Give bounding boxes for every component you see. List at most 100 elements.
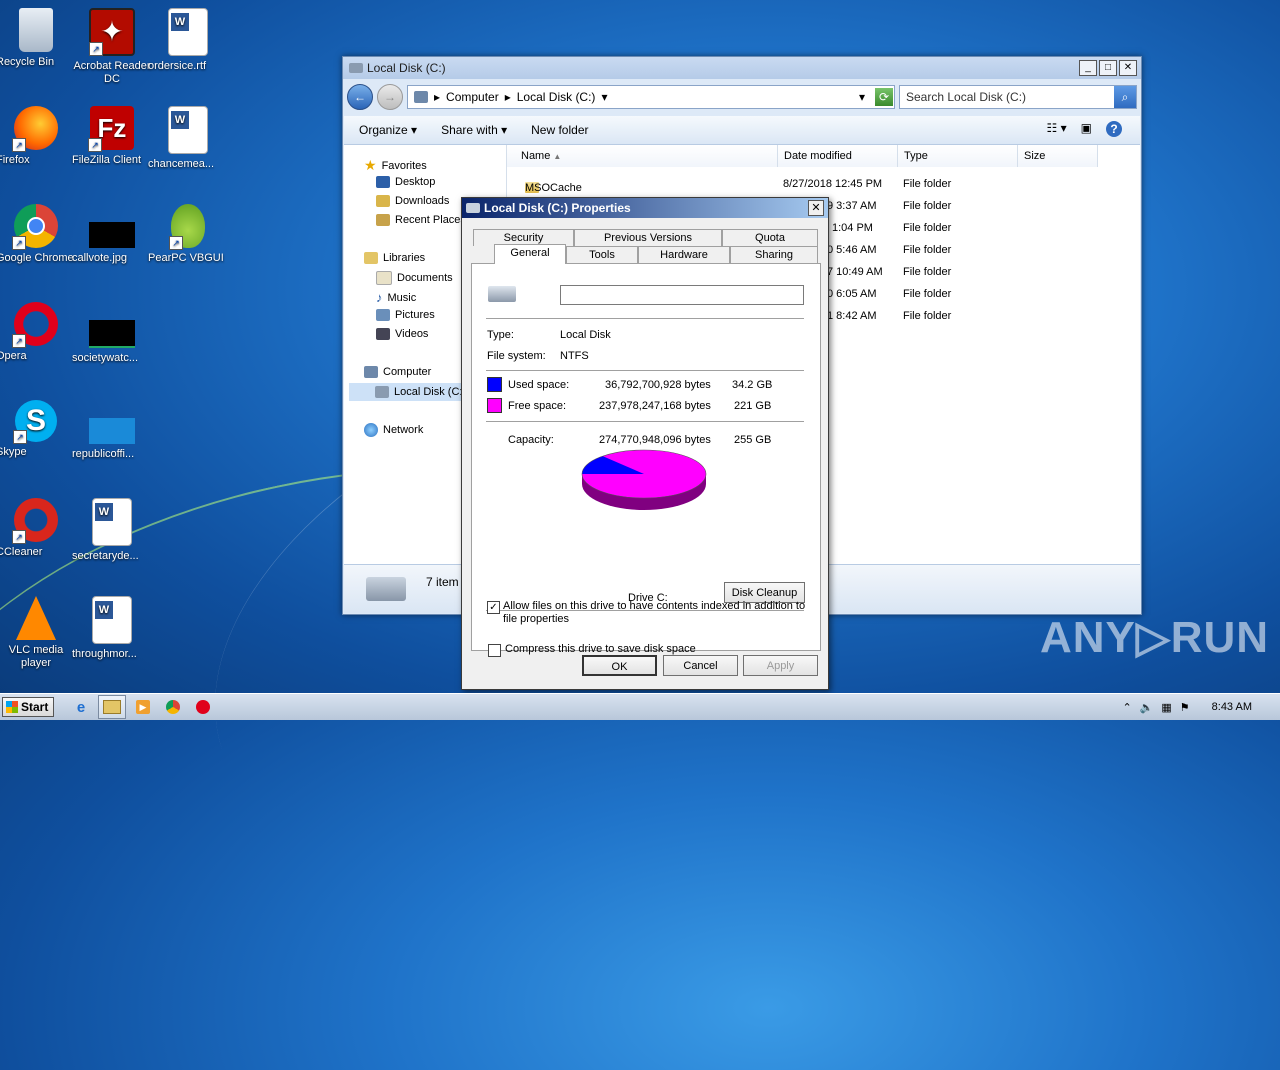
tab-general[interactable]: General (494, 244, 566, 264)
desktop-icon-vlc[interactable]: VLC media player (0, 596, 76, 669)
tab-sharing[interactable]: Sharing (730, 246, 818, 263)
recent-places-icon (376, 214, 390, 226)
search-input[interactable]: Search Local Disk (C:) ⌕ (899, 85, 1137, 109)
desktop-icon-chrome[interactable]: ↗ Google Chrome (0, 204, 76, 264)
desktop-icon-ordersice[interactable]: W ordersice.rtf (148, 8, 228, 72)
back-button[interactable]: ← (347, 84, 373, 110)
column-date-modified[interactable]: Date modified (778, 145, 898, 167)
nav-videos[interactable]: Videos (376, 328, 428, 340)
ok-button[interactable]: OK (582, 655, 657, 676)
row-date: 0 6:05 AM (827, 288, 877, 300)
taskbar-chrome-icon[interactable] (160, 696, 186, 718)
tab-tools[interactable]: Tools (566, 246, 638, 263)
index-checkbox[interactable]: ✓ (487, 601, 500, 614)
new-folder-button[interactable]: New folder (531, 123, 588, 137)
row-date: 1:04 PM (832, 222, 873, 234)
close-button[interactable]: ✕ (1119, 60, 1137, 76)
search-icon[interactable]: ⌕ (1114, 86, 1136, 108)
nav-favorites[interactable]: ★ Favorites (364, 157, 427, 174)
minimize-button[interactable]: _ (1079, 60, 1097, 76)
desktop-icon-secretaryde[interactable]: W secretaryde... (72, 498, 152, 562)
desktop-icon-recycle-bin[interactable]: Recycle Bin (0, 8, 76, 68)
dialog-titlebar[interactable]: Local Disk (C:) Properties ✕ (462, 198, 828, 218)
anyrun-watermark: ANY▷RUN (1040, 613, 1270, 662)
search-placeholder: Search Local Disk (C:) (906, 90, 1027, 104)
recycle-bin-icon (19, 8, 53, 52)
desktop-icon-acrobat[interactable]: ✦ ↗ Acrobat Reader DC (72, 8, 152, 85)
tab-quota[interactable]: Quota (722, 229, 818, 246)
used-space-label: Used space: (508, 379, 570, 391)
properties-dialog[interactable]: Local Disk (C:) Properties ✕ Security Pr… (461, 197, 829, 690)
show-hidden-icons[interactable]: ⌃ (1122, 701, 1131, 714)
used-space-gb: 34.2 GB (732, 379, 773, 391)
desktop-icon-callvote[interactable]: callvote.jpg (72, 204, 152, 264)
opera-icon: ↗ (12, 302, 58, 348)
nav-libraries[interactable]: Libraries (364, 252, 425, 264)
chevron-down-icon[interactable]: ▾ (601, 90, 607, 104)
start-button[interactable]: Start (2, 697, 54, 717)
chevron-right-icon: ▸ (504, 90, 511, 104)
network-tray-icon[interactable]: ▦ (1161, 701, 1171, 714)
nav-pictures[interactable]: Pictures (376, 309, 435, 321)
organize-menu[interactable]: Organize ▾ (359, 123, 417, 137)
column-type[interactable]: Type (898, 145, 1018, 167)
breadcrumb-computer[interactable]: Computer (446, 90, 499, 104)
row-type: File folder (903, 288, 952, 300)
row-type: File folder (903, 310, 952, 322)
desktop-icon-republicoffi[interactable]: republicoffi... (72, 400, 152, 460)
row-type: File folder (903, 200, 952, 212)
nav-music[interactable]: ♪ Music (376, 290, 416, 305)
share-with-menu[interactable]: Share with ▾ (441, 123, 507, 137)
history-dropdown-icon[interactable]: ▾ (859, 90, 865, 104)
table-row[interactable]: MSOCache 8/27/2018 12:45 PM File folder (507, 174, 1140, 196)
dialog-close-button[interactable]: ✕ (808, 200, 824, 216)
desktop-icon-skype[interactable]: S↗ Skype (0, 400, 76, 458)
address-bar[interactable]: ▸ Computer ▸ Local Disk (C:) ▾ ▾ ⟳ (407, 85, 895, 109)
desktop-icon-pearpc[interactable]: ↗ PearPC VBGUI (148, 204, 228, 264)
taskbar-ie-icon[interactable]: e (68, 696, 94, 718)
explorer-titlebar[interactable]: Local Disk (C:) (343, 57, 1141, 79)
filesystem-label: File system: (487, 350, 546, 362)
image-file-icon (89, 418, 135, 444)
ccleaner-icon: ↗ (12, 498, 58, 544)
nav-computer[interactable]: Computer (364, 366, 431, 378)
taskbar-opera-icon[interactable] (190, 696, 216, 718)
action-center-flag-icon[interactable]: ⚑ (1180, 701, 1190, 714)
nav-recent-places[interactable]: Recent Places (376, 214, 466, 226)
compress-checkbox[interactable] (488, 644, 501, 657)
column-name[interactable]: Name ▲ (507, 145, 778, 167)
clock[interactable]: 8:43 AM (1212, 701, 1252, 713)
drive-icon (488, 286, 516, 302)
desktop-icon-filezilla[interactable]: Fz ↗ FileZilla Client (72, 106, 152, 166)
maximize-button[interactable]: □ (1099, 60, 1117, 76)
desktop-icon-throughmor[interactable]: W throughmor... (72, 596, 152, 660)
forward-button[interactable]: → (377, 84, 403, 110)
nav-desktop[interactable]: Desktop (376, 176, 435, 188)
nav-network[interactable]: Network (364, 423, 423, 437)
type-value: Local Disk (560, 329, 611, 341)
taskbar-media-player-icon[interactable]: ▶ (130, 696, 156, 718)
apply-button[interactable]: Apply (743, 655, 818, 676)
disk-usage-pie-chart (581, 449, 707, 510)
desktop-icon-ccleaner[interactable]: ↗ CCleaner (0, 498, 76, 558)
preview-pane-icon[interactable]: ▣ (1081, 121, 1092, 137)
tab-hardware[interactable]: Hardware (638, 246, 730, 263)
breadcrumb-local-disk[interactable]: Local Disk (C:) (517, 90, 596, 104)
desktop-icon-societywatc[interactable]: societywatc... (72, 302, 152, 364)
nav-documents[interactable]: Documents (376, 271, 453, 285)
volume-icon[interactable]: 🔈 (1140, 701, 1154, 714)
desktop-icon-chancemea[interactable]: W chancemea... (148, 106, 228, 170)
chevron-right-icon: ▸ (434, 90, 441, 104)
desktop-icon-opera[interactable]: ↗ Opera (0, 302, 76, 362)
help-icon[interactable]: ? (1106, 121, 1122, 137)
chrome-icon: ↗ (12, 204, 58, 250)
nav-downloads[interactable]: Downloads (376, 195, 449, 207)
cancel-button[interactable]: Cancel (663, 655, 738, 676)
refresh-icon[interactable]: ⟳ (875, 88, 893, 106)
tab-previous-versions[interactable]: Previous Versions (574, 229, 722, 246)
drive-name-input[interactable] (560, 285, 804, 305)
desktop-icon-firefox[interactable]: ↗ Firefox (0, 106, 76, 166)
column-size[interactable]: Size (1018, 145, 1098, 167)
view-options-icon[interactable]: ☷ ▾ (1047, 121, 1067, 137)
taskbar-explorer-icon[interactable] (98, 695, 126, 719)
